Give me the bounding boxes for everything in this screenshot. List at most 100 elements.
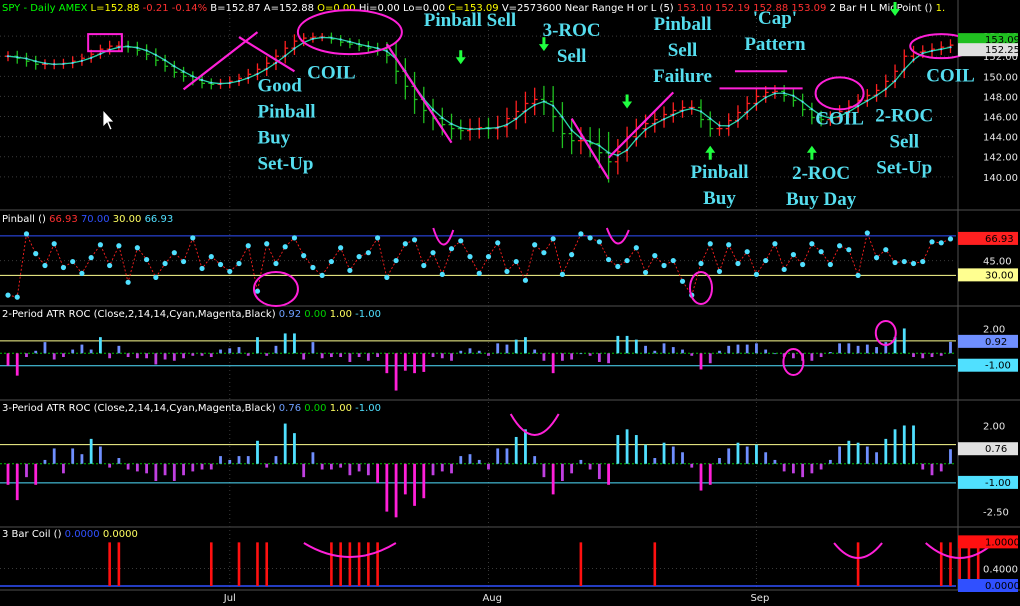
- annotation-text: Good Pinball Buy Set-Up: [257, 75, 315, 174]
- midpoint-dot: [709, 117, 712, 120]
- coil-panel-header: 3 Bar Coil () 0.0000 0.0000: [2, 529, 138, 540]
- roc-bar: [819, 353, 823, 358]
- price-ytick: 140.00: [983, 173, 1018, 184]
- roc-bar: [542, 353, 546, 361]
- roc-bar: [828, 459, 832, 464]
- midpoint-dot: [570, 129, 573, 132]
- header-item: (Close,2,14,14,Cyan,Magenta,Black): [90, 403, 275, 414]
- pinball-dot: [273, 260, 279, 267]
- coil-bar: [256, 542, 259, 586]
- x-axis-labels: Jul Aug Sep: [223, 593, 770, 604]
- roc-bar: [348, 353, 352, 362]
- midpoint-dot: [690, 107, 693, 110]
- roc-bar: [339, 463, 343, 468]
- coil-bar: [939, 542, 943, 586]
- pinball-dot: [772, 241, 778, 247]
- price-bar: [799, 93, 806, 117]
- pinball-dot: [873, 255, 880, 261]
- pinball-dot: [310, 264, 316, 271]
- roc-bar: [597, 353, 601, 362]
- pinball-dot: [33, 251, 39, 257]
- roc-bar: [782, 463, 786, 472]
- midpoint-dot: [579, 137, 582, 140]
- roc-bar: [89, 438, 93, 464]
- midpoint-dot: [903, 68, 906, 71]
- roc-bar: [25, 353, 28, 358]
- roc-bar: [662, 442, 666, 464]
- roc-bar: [431, 463, 435, 476]
- roc-bar: [357, 353, 361, 358]
- roc-bar: [755, 444, 758, 464]
- midpoint-dot: [810, 108, 813, 111]
- roc-bar: [71, 349, 75, 354]
- midpoint-dot: [284, 54, 287, 57]
- pinball-dot: [60, 264, 67, 271]
- roc-bar: [6, 463, 10, 485]
- pinball-dot: [920, 258, 926, 265]
- roc-bar: [745, 446, 749, 464]
- roc-bar: [865, 344, 869, 354]
- roc-bar: [15, 353, 19, 376]
- roc-bar: [25, 463, 28, 478]
- roc-bar: [431, 353, 435, 358]
- roc3-bars: [0, 423, 956, 518]
- midpoint-dot: [644, 128, 647, 131]
- header-item: -1.00: [352, 309, 381, 320]
- pinball-dot: [513, 258, 519, 265]
- pinball-dot: [818, 249, 824, 255]
- roc-bar: [126, 353, 130, 358]
- header-item: 153.10: [674, 3, 712, 14]
- pinball-dot: [587, 235, 593, 241]
- midpoint-dot: [764, 96, 767, 99]
- annotation-line: Pinball: [257, 101, 315, 122]
- pinball-dot: [901, 258, 907, 265]
- midpoint-dot: [718, 124, 721, 127]
- roc-bar: [385, 463, 389, 512]
- roc-bar: [99, 446, 102, 464]
- roc-bar: [912, 425, 915, 464]
- annotation-line: Sell: [668, 40, 698, 61]
- pinball-dot: [938, 240, 944, 246]
- roc-bar: [930, 463, 934, 476]
- roc-bar: [671, 347, 675, 354]
- roc-bar: [163, 463, 167, 476]
- price-bar: [568, 120, 575, 155]
- roc-bar: [718, 458, 721, 464]
- roc-bar: [764, 452, 768, 464]
- roc-bar: [228, 459, 232, 464]
- coil-bar: [339, 542, 342, 586]
- price-bar: [263, 56, 270, 77]
- pinball-dot: [208, 254, 214, 260]
- roc-bar: [588, 353, 592, 356]
- coil-bar: [265, 542, 269, 586]
- midpoint-dot: [385, 50, 388, 53]
- midpoint-dot: [589, 140, 592, 143]
- header-item: 0.00: [301, 403, 326, 414]
- pinball-dot: [606, 256, 612, 263]
- roc-bar: [884, 438, 888, 464]
- annotation-text: COIL: [926, 65, 975, 86]
- pinball-dot: [23, 231, 30, 237]
- roc-bar: [172, 463, 176, 481]
- price-bar: [291, 34, 298, 55]
- pinball-dot: [578, 231, 584, 237]
- roc-bar: [736, 344, 740, 354]
- annotation-line: COIL: [815, 109, 864, 130]
- roc-bar: [62, 353, 65, 358]
- pinball-dot: [661, 262, 667, 269]
- price-bar: [402, 58, 409, 100]
- pinball-dot: [679, 278, 686, 284]
- pinball-ytick: 45.00: [983, 257, 1012, 268]
- pinball-dot: [430, 250, 436, 256]
- midpoint-dot: [940, 48, 943, 51]
- pinball-dot: [199, 265, 205, 272]
- midpoint-dot: [43, 62, 47, 65]
- pinball-dot: [421, 262, 427, 269]
- midpoint-dot: [99, 52, 102, 55]
- roc-bar: [902, 425, 906, 464]
- roc-bar: [43, 459, 47, 464]
- roc-bar: [856, 345, 860, 354]
- midpoint-dot: [127, 45, 130, 48]
- midpoint-dot: [367, 45, 370, 48]
- midpoint-dot: [912, 58, 915, 62]
